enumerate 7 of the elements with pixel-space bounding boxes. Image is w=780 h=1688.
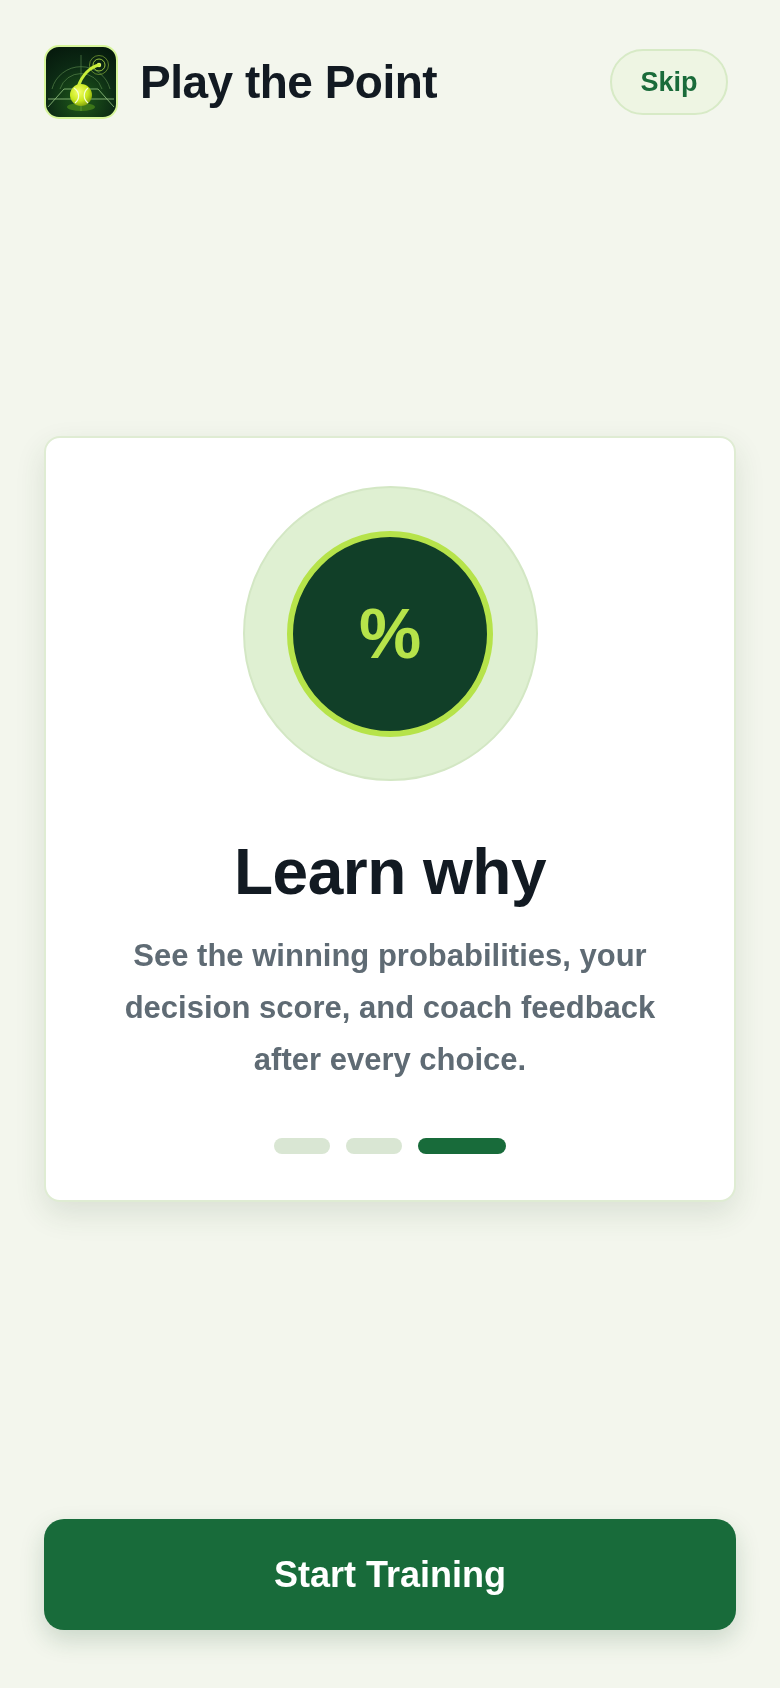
- app-name: Play the Point: [140, 55, 438, 109]
- percent-badge: %: [287, 530, 493, 737]
- tennis-ball-logo-icon: [44, 45, 118, 119]
- start-training-button[interactable]: Start Training: [44, 1519, 736, 1630]
- card-title: Learn why: [234, 837, 546, 908]
- card-description: See the winning probabilities, your decision score, and coach feedback after every choice.: [123, 936, 657, 1079]
- skip-button[interactable]: Skip: [610, 49, 728, 115]
